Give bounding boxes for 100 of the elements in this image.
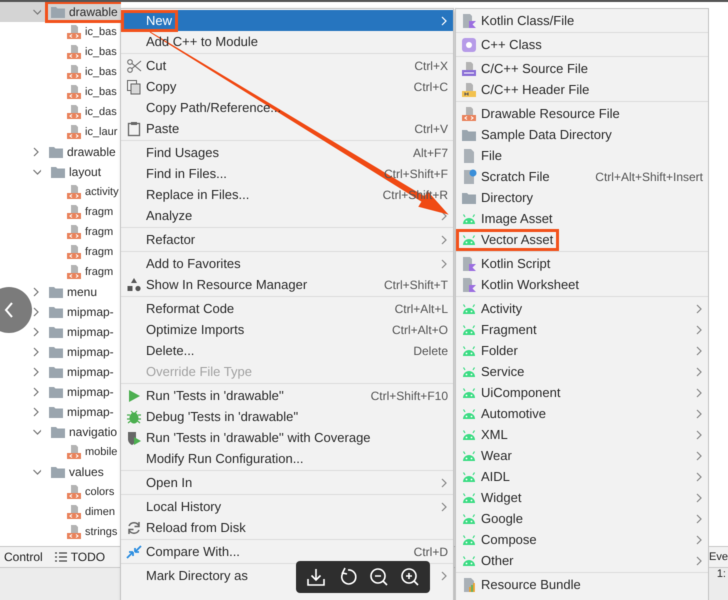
tool-window-tab[interactable]: Control [0, 547, 51, 567]
action-entry[interactable]: Kotlin Worksheet [456, 274, 708, 295]
tree-item[interactable]: mipmap- [0, 362, 121, 382]
action-entry[interactable]: Kotlin Class/File [456, 10, 708, 31]
chevron-down-icon[interactable] [33, 167, 41, 177]
action-entry[interactable]: Find Usages Alt+F7 [121, 142, 453, 163]
xml-file-icon [66, 224, 82, 240]
xml-file-icon [66, 24, 82, 40]
tree-item[interactable]: mobile [0, 442, 121, 462]
tree-item[interactable]: ic_laur [0, 122, 121, 142]
tree-item[interactable]: dimen [0, 502, 121, 522]
action-entry[interactable]: Resource Bundle [456, 574, 708, 595]
xml-file-icon [66, 524, 82, 540]
action-entry[interactable]: Copy Ctrl+C [121, 76, 453, 97]
action-entry[interactable]: Refactor [121, 229, 453, 250]
xml-file-icon [66, 84, 82, 100]
action-entry[interactable]: Reload from Disk [121, 517, 453, 538]
action-entry[interactable]: Analyze [121, 205, 453, 226]
tree-item[interactable]: ic_bas [0, 62, 121, 82]
action-entry[interactable]: C++ Class [456, 34, 708, 55]
action-entry[interactable]: XML [456, 424, 708, 445]
action-entry[interactable]: Debug 'Tests in 'drawable'' [121, 406, 453, 427]
action-entry[interactable]: Mark Directory as [121, 565, 453, 586]
action-entry[interactable]: New [121, 10, 453, 31]
action-entry[interactable]: Scratch File Ctrl+Alt+Shift+Insert [456, 166, 708, 187]
list-icon [54, 552, 67, 562]
action-entry[interactable]: Local History [121, 496, 453, 517]
action-entry[interactable]: Other [456, 550, 708, 571]
tree-item[interactable]: ic_bas [0, 22, 121, 42]
tree-item[interactable]: mipmap- [0, 382, 121, 402]
action-entry[interactable]: Modify Run Configuration... [121, 448, 453, 469]
tree-item[interactable]: fragm [0, 202, 121, 222]
tree-item[interactable]: fragm [0, 222, 121, 242]
xml-file-icon [66, 244, 82, 260]
resource-bundle-icon [461, 576, 477, 592]
action-entry[interactable]: UiComponent [456, 382, 708, 403]
action-entry[interactable]: Delete... Delete [121, 340, 453, 361]
action-entry[interactable]: Drawable Resource File [456, 103, 708, 124]
tree-item[interactable]: ic_bas [0, 42, 121, 62]
xml-file-icon [66, 184, 82, 200]
action-entry[interactable]: Sample Data Directory [456, 124, 708, 145]
action-entry[interactable]: Compare With... Ctrl+D [121, 541, 453, 562]
action-entry[interactable]: C/C++ Source File [456, 58, 708, 79]
tree-item[interactable]: drawable [0, 2, 121, 22]
action-entry[interactable]: Paste Ctrl+V [121, 118, 453, 139]
action-entry[interactable]: Directory [456, 187, 708, 208]
action-entry[interactable]: Find in Files... Ctrl+Shift+F [121, 163, 453, 184]
tree-item[interactable]: navigatio [0, 422, 121, 442]
action-entry[interactable]: Folder [456, 340, 708, 361]
action-entry[interactable]: Kotlin Script [456, 253, 708, 274]
action-entry[interactable]: Add to Favorites [121, 253, 453, 274]
folder-icon [48, 404, 64, 420]
action-entry[interactable]: Run 'Tests in 'drawable'' Ctrl+Shift+F10 [121, 385, 453, 406]
compare-icon [126, 544, 142, 560]
tree-item[interactable]: colors [0, 482, 121, 502]
action-entry[interactable]: Compose [456, 529, 708, 550]
action-entry[interactable]: Wear [456, 445, 708, 466]
tree-item[interactable]: values [0, 462, 121, 482]
clipboard-icon [126, 120, 142, 136]
tree-item[interactable]: strings [0, 522, 121, 542]
chevron-right-icon[interactable] [33, 147, 39, 157]
action-entry[interactable]: Reformat Code Ctrl+Alt+L [121, 298, 453, 319]
action-entry[interactable]: Image Asset [456, 208, 708, 229]
action-entry[interactable]: Open In [121, 472, 453, 493]
action-entry[interactable]: Service [456, 361, 708, 382]
action-entry[interactable]: Google [456, 508, 708, 529]
action-entry[interactable]: Show In Resource Manager Ctrl+Shift+T [121, 274, 453, 295]
tree-item[interactable]: mipmap- [0, 402, 121, 422]
chevron-right-icon [440, 258, 448, 268]
tree-item[interactable]: drawable [0, 142, 121, 162]
action-entry[interactable]: Activity [456, 298, 708, 319]
tree-item[interactable]: fragm [0, 262, 121, 282]
xml-file-icon [66, 444, 82, 460]
chevron-right-icon [695, 324, 703, 334]
action-entry[interactable]: Vector Asset [456, 229, 708, 250]
tool-window-tab[interactable]: Eve [709, 547, 728, 567]
xml-file-icon [66, 44, 82, 60]
folder-icon [50, 424, 66, 440]
action-entry[interactable]: Cut Ctrl+X [121, 55, 453, 76]
action-entry[interactable]: Add C++ to Module [121, 31, 453, 52]
tree-item[interactable]: ic_bas [0, 82, 121, 102]
action-entry[interactable]: Widget [456, 487, 708, 508]
tree-item[interactable]: ic_das [0, 102, 121, 122]
chevron-down-icon[interactable] [33, 427, 41, 437]
chevron-down-icon[interactable] [33, 467, 41, 477]
action-entry[interactable]: AIDL [456, 466, 708, 487]
action-entry[interactable]: C/C++ Header File [456, 79, 708, 100]
chevron-down-icon[interactable] [33, 7, 41, 17]
action-entry[interactable]: Optimize Imports Ctrl+Alt+O [121, 319, 453, 340]
tree-item[interactable]: layout [0, 162, 121, 182]
chevron-right-icon [440, 210, 448, 220]
tree-item[interactable]: activity [0, 182, 121, 202]
action-entry[interactable]: Fragment [456, 319, 708, 340]
tool-window-tab[interactable]: TODO [50, 547, 114, 567]
chevron-right-icon [695, 472, 703, 482]
action-entry[interactable]: File [456, 145, 708, 166]
tree-item[interactable]: fragm [0, 242, 121, 262]
tree-item[interactable]: mipmap- [0, 342, 121, 362]
action-entry[interactable]: Run 'Tests in 'drawable'' with Coverage [121, 427, 453, 448]
action-entry[interactable]: Automotive [456, 403, 708, 424]
